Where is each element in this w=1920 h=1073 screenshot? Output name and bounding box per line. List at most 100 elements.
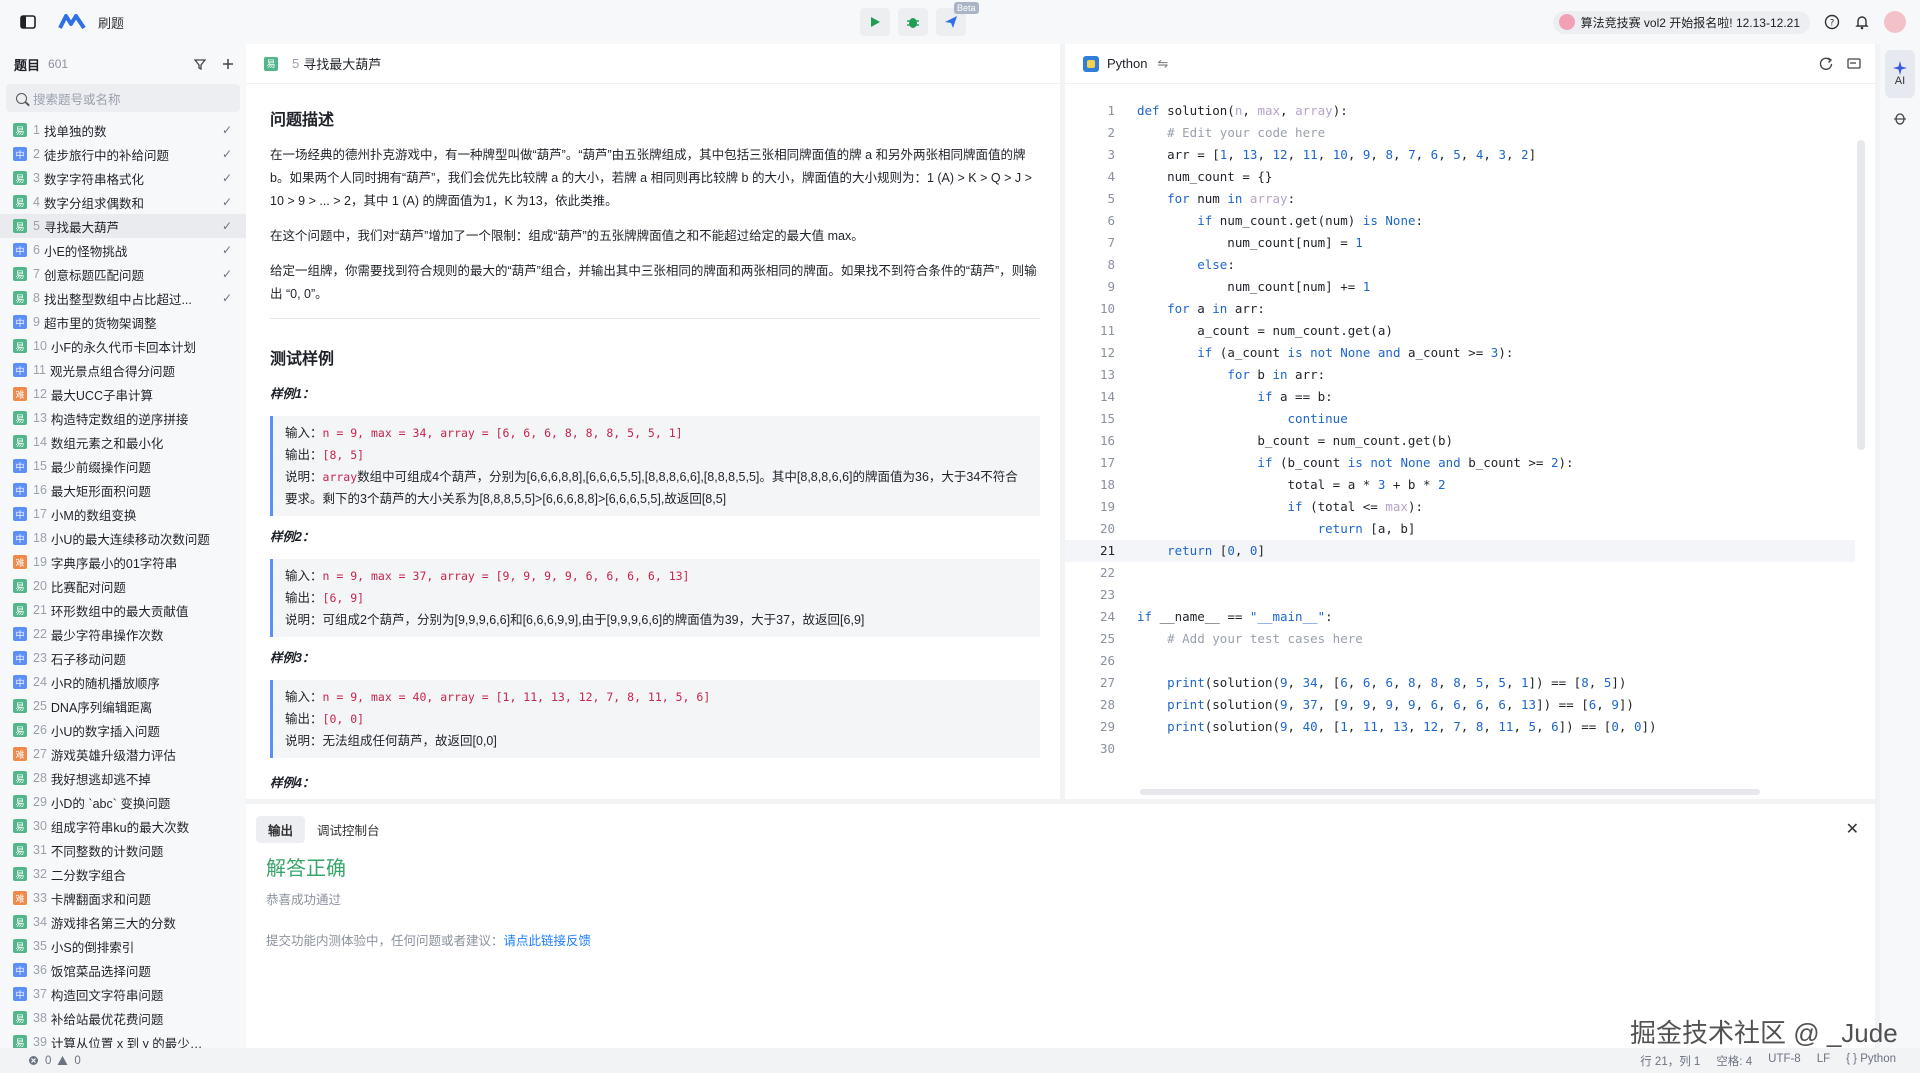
list-item[interactable]: 易 4 数字分组求偶数和 ✓ xyxy=(0,190,246,214)
code-line[interactable]: 14 if a == b: xyxy=(1065,386,1855,408)
horizontal-scrollbar[interactable] xyxy=(1140,789,1760,795)
list-item[interactable]: 易 21 环形数组中的最大贡献值 xyxy=(0,598,246,622)
code-line[interactable]: 28 print(solution(9, 37, [9, 9, 9, 9, 6,… xyxy=(1065,694,1855,716)
indent-setting[interactable]: 空格: 4 xyxy=(1716,1053,1752,1069)
list-item[interactable]: 易 26 小U的数字插入问题 xyxy=(0,718,246,742)
list-item[interactable]: 易 20 比赛配对问题 xyxy=(0,574,246,598)
list-item[interactable]: 中 23 石子移动问题 xyxy=(0,646,246,670)
list-item[interactable]: 易 30 组成字符串ku的最大次数 xyxy=(0,814,246,838)
list-item[interactable]: 易 25 DNA序列编辑距离 xyxy=(0,694,246,718)
list-item[interactable]: 中 24 小R的随机播放顺序 xyxy=(0,670,246,694)
code-line[interactable]: 6 if num_count.get(num) is None: xyxy=(1065,210,1855,232)
reset-icon[interactable] xyxy=(1819,56,1833,71)
list-item[interactable]: 易 5 寻找最大葫芦 ✓ xyxy=(0,214,246,238)
cursor-position[interactable]: 行 21，列 1 xyxy=(1640,1053,1700,1069)
code-line[interactable]: 3 arr = [1, 13, 12, 11, 10, 9, 8, 7, 6, … xyxy=(1065,144,1855,166)
code-line[interactable]: 7 num_count[num] = 1 xyxy=(1065,232,1855,254)
feedback-link[interactable]: 请点此链接反馈 xyxy=(504,934,592,948)
code-line[interactable]: 4 num_count = {} xyxy=(1065,166,1855,188)
list-item[interactable]: 易 1 找单独的数 ✓ xyxy=(0,118,246,142)
error-icon[interactable] xyxy=(28,1055,39,1066)
list-item[interactable]: 易 7 创意标题匹配问题 ✓ xyxy=(0,262,246,286)
code-line[interactable]: 11 a_count = num_count.get(a) xyxy=(1065,320,1855,342)
debug-button[interactable] xyxy=(898,8,928,36)
list-item[interactable]: 中 37 构造回文字符串问题 xyxy=(0,982,246,1006)
list-item[interactable]: 易 8 找出整型数组中占比超过... ✓ xyxy=(0,286,246,310)
list-item[interactable]: 中 16 最大矩形面积问题 xyxy=(0,478,246,502)
code-line[interactable]: 13 for b in arr: xyxy=(1065,364,1855,386)
code-line[interactable]: 26 xyxy=(1065,650,1855,672)
bell-icon[interactable] xyxy=(1854,14,1870,30)
code-line[interactable]: 30 xyxy=(1065,738,1855,760)
vertical-scrollbar[interactable] xyxy=(1857,140,1865,450)
list-item[interactable]: 中 9 超市里的货物架调整 xyxy=(0,310,246,334)
toggle-sidebar-button[interactable] xyxy=(14,8,42,36)
filter-icon[interactable] xyxy=(194,58,206,70)
code-line[interactable]: 17 if (b_count is not None and b_count >… xyxy=(1065,452,1855,474)
encoding[interactable]: UTF-8 xyxy=(1768,1053,1801,1069)
code-line[interactable]: 16 b_count = num_count.get(b) xyxy=(1065,430,1855,452)
code-line[interactable]: 5 for num in array: xyxy=(1065,188,1855,210)
list-item[interactable]: 易 35 小S的倒排索引 xyxy=(0,934,246,958)
list-item[interactable]: 易 32 二分数字组合 xyxy=(0,862,246,886)
list-item[interactable]: 中 22 最少字符串操作次数 xyxy=(0,622,246,646)
list-item[interactable]: 易 29 小D的 `abc` 变换问题 xyxy=(0,790,246,814)
list-item[interactable]: 易 34 游戏排名第三大的分数 xyxy=(0,910,246,934)
wrap-icon[interactable] xyxy=(1847,57,1861,71)
code-area[interactable]: 1 def solution(n, max, array): 2 # Edit yo… xyxy=(1065,100,1855,760)
code-line[interactable]: 21 return [0, 0] xyxy=(1065,540,1855,562)
contest-banner[interactable]: 算法竞技赛 vol2 开始报名啦! 12.13-12.21 xyxy=(1552,10,1810,34)
list-item[interactable]: 难 33 卡牌翻面求和问题 xyxy=(0,886,246,910)
list-item[interactable]: 易 31 不同整数的计数问题 xyxy=(0,838,246,862)
list-item[interactable]: 中 17 小M的数组变换 xyxy=(0,502,246,526)
marscode-logo[interactable] xyxy=(58,12,86,33)
warning-icon[interactable] xyxy=(57,1055,68,1066)
list-item[interactable]: 易 13 构造特定数组的逆序拼接 xyxy=(0,406,246,430)
list-item[interactable]: 易 10 小F的永久代币卡回本计划 xyxy=(0,334,246,358)
list-item[interactable]: 中 6 小E的怪物挑战 ✓ xyxy=(0,238,246,262)
code-line[interactable]: 20 return [a, b] xyxy=(1065,518,1855,540)
list-item[interactable]: 易 28 我好想逃却逃不掉 xyxy=(0,766,246,790)
list-item[interactable]: 难 19 字典序最小的01字符串 xyxy=(0,550,246,574)
close-icon[interactable]: ✕ xyxy=(1846,819,1859,839)
code-line[interactable]: 22 xyxy=(1065,562,1855,584)
run-button[interactable] xyxy=(860,8,890,36)
submit-button[interactable]: Beta xyxy=(936,2,979,36)
code-line[interactable]: 23 xyxy=(1065,584,1855,606)
line-ending[interactable]: LF xyxy=(1817,1053,1830,1069)
list-item[interactable]: 中 11 观光景点组合得分问题 xyxy=(0,358,246,382)
list-item[interactable]: 易 14 数组元素之和最小化 xyxy=(0,430,246,454)
ai-assistant-button[interactable]: AI xyxy=(1885,50,1915,98)
list-item[interactable]: 难 27 游戏英雄升级潜力评估 xyxy=(0,742,246,766)
code-line[interactable]: 1 def solution(n, max, array): xyxy=(1065,100,1855,122)
code-line[interactable]: 27 print(solution(9, 34, [6, 6, 6, 8, 8,… xyxy=(1065,672,1855,694)
code-line[interactable]: 29 print(solution(9, 40, [1, 11, 13, 12,… xyxy=(1065,716,1855,738)
code-line[interactable]: 24 if __name__ == "__main__": xyxy=(1065,606,1855,628)
language-mode[interactable]: { } Python xyxy=(1846,1053,1896,1069)
list-item[interactable]: 中 2 徒步旅行中的补给问题 ✓ xyxy=(0,142,246,166)
avatar[interactable] xyxy=(1884,11,1906,33)
list-item[interactable]: 易 3 数字字符串格式化 ✓ xyxy=(0,166,246,190)
list-item[interactable]: 中 36 饭馆菜品选择问题 xyxy=(0,958,246,982)
list-item[interactable]: 难 12 最大UCC子串计算 xyxy=(0,382,246,406)
code-line[interactable]: 8 else: xyxy=(1065,254,1855,276)
list-item[interactable]: 中 15 最少前缀操作问题 xyxy=(0,454,246,478)
code-line[interactable]: 25 # Add your test cases here xyxy=(1065,628,1855,650)
add-icon[interactable] xyxy=(222,58,234,70)
switch-icon[interactable]: ⇋ xyxy=(1157,56,1168,72)
list-item[interactable]: 中 18 小U的最大连续移动次数问题 xyxy=(0,526,246,550)
list-item[interactable]: 易 38 补给站最优花费问题 xyxy=(0,1006,246,1030)
help-icon[interactable]: ? xyxy=(1824,14,1840,30)
bug-report-button[interactable] xyxy=(1892,110,1908,129)
tab-output[interactable]: 输出 xyxy=(256,815,306,843)
code-line[interactable]: 19 if (total <= max): xyxy=(1065,496,1855,518)
tab-debug-console[interactable]: 调试控制台 xyxy=(305,816,392,843)
language-select[interactable]: Python xyxy=(1107,56,1147,71)
code-line[interactable]: 15 continue xyxy=(1065,408,1855,430)
code-line[interactable]: 9 num_count[num] += 1 xyxy=(1065,276,1855,298)
code-line[interactable]: 2 # Edit your code here xyxy=(1065,122,1855,144)
code-line[interactable]: 18 total = a * 3 + b * 2 xyxy=(1065,474,1855,496)
code-line[interactable]: 10 for a in arr: xyxy=(1065,298,1855,320)
search-input[interactable]: 搜索题号或名称 xyxy=(6,84,240,112)
code-line[interactable]: 12 if (a_count is not None and a_count >… xyxy=(1065,342,1855,364)
